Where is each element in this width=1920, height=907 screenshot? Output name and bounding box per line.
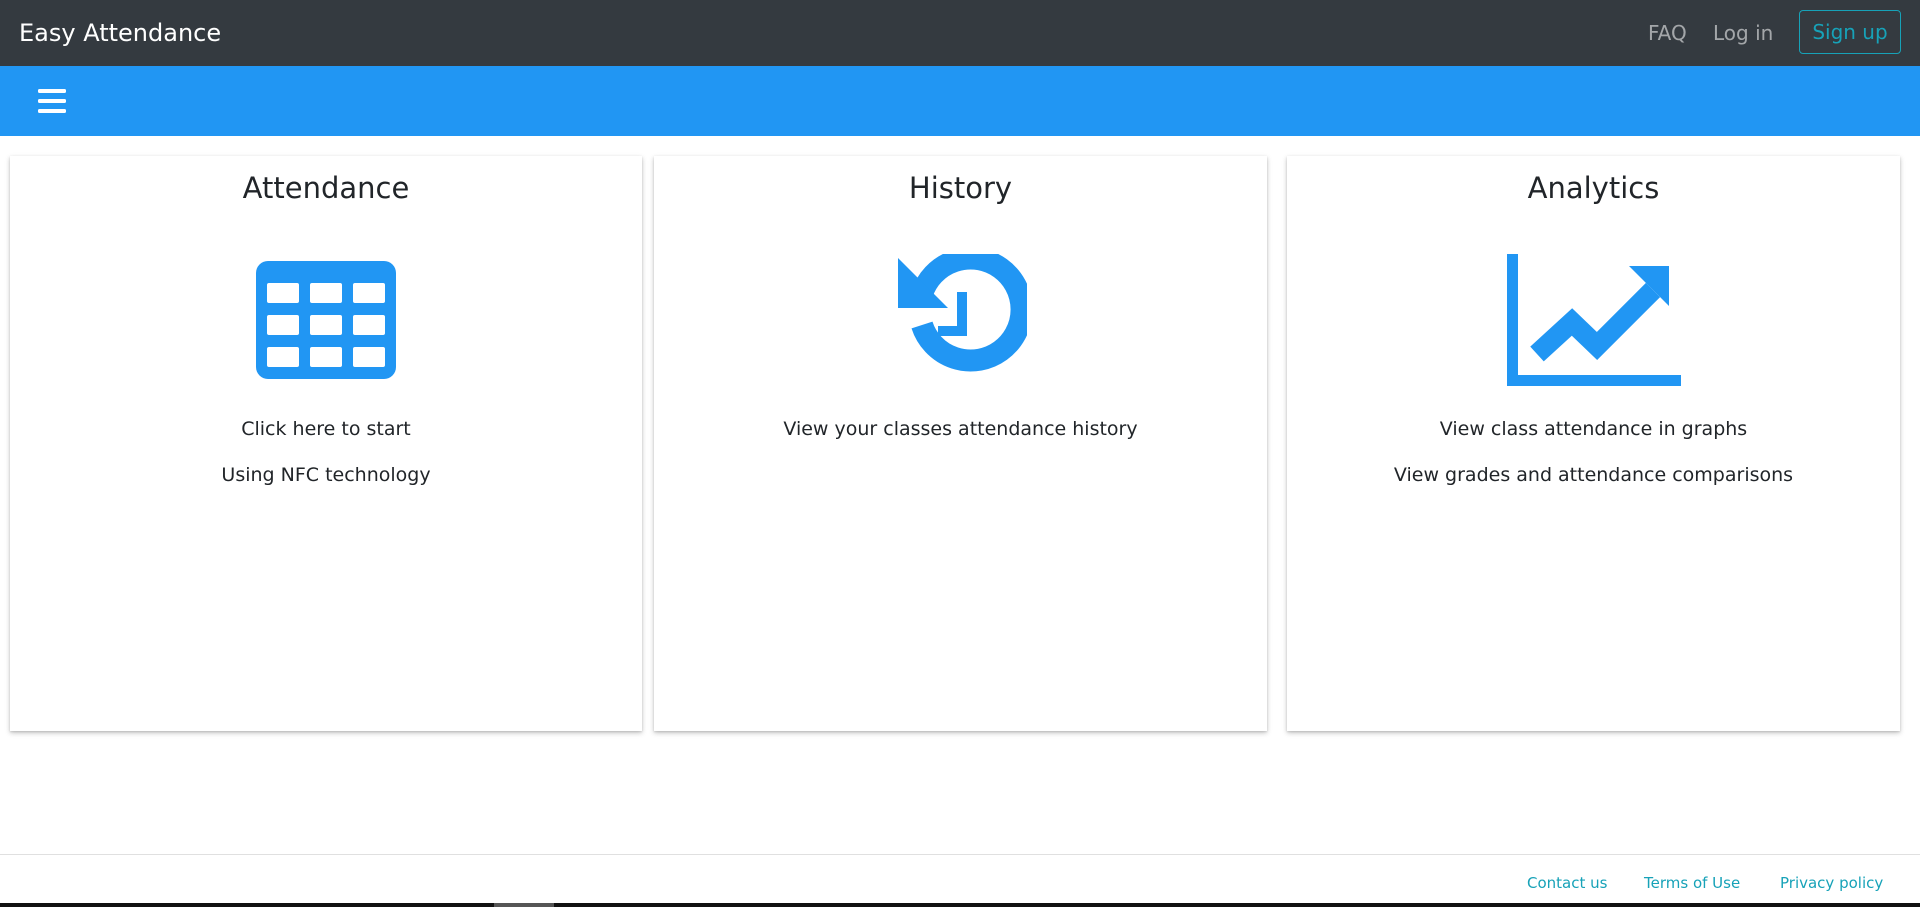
attendance-card[interactable]: Attendance Click here to start Using NFC… xyxy=(10,156,642,731)
history-card-line-1: View your classes attendance history xyxy=(783,418,1138,440)
bottom-scrollbar[interactable] xyxy=(0,903,1920,907)
footer-terms-link[interactable]: Terms of Use xyxy=(1644,873,1740,893)
analytics-card-line-2: View grades and attendance comparisons xyxy=(1393,464,1794,486)
hamburger-menu-icon[interactable] xyxy=(38,88,66,114)
line-chart-icon xyxy=(1506,254,1681,386)
footer-contact-link[interactable]: Contact us xyxy=(1527,873,1607,893)
attendance-card-line-2: Using NFC technology xyxy=(221,464,431,486)
table-grid-icon xyxy=(256,254,396,386)
history-card-title: History xyxy=(908,171,1013,205)
analytics-card[interactable]: Analytics View class attendance in graph… xyxy=(1287,156,1900,731)
footer: Contact us Terms of Use Privacy policy xyxy=(0,854,1920,904)
analytics-card-line-1: View class attendance in graphs xyxy=(1439,418,1748,440)
attendance-card-line-1: Click here to start xyxy=(241,418,411,440)
attendance-card-title: Attendance xyxy=(242,171,410,205)
history-clock-icon xyxy=(895,254,1027,386)
nav-faq-link[interactable]: FAQ xyxy=(1648,20,1687,46)
history-card[interactable]: History View your classes attendance his… xyxy=(654,156,1267,731)
signup-button[interactable]: Sign up xyxy=(1799,10,1901,54)
brand-title[interactable]: Easy Attendance xyxy=(19,18,221,48)
top-navbar: Easy Attendance FAQ Log in Sign up xyxy=(0,0,1920,66)
footer-privacy-link[interactable]: Privacy policy xyxy=(1780,873,1883,893)
blue-toolbar xyxy=(0,66,1920,136)
scrollbar-thumb[interactable] xyxy=(494,903,554,907)
nav-login-link[interactable]: Log in xyxy=(1713,20,1773,46)
analytics-card-title: Analytics xyxy=(1527,171,1660,205)
